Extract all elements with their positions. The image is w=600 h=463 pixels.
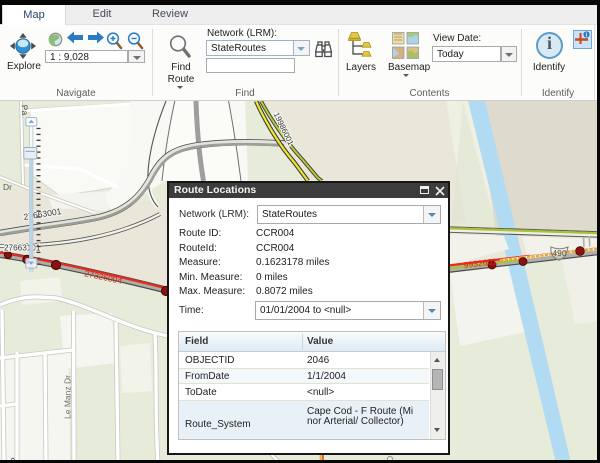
svg-text:Pa: Pa [20,104,31,115]
svg-text:490: 490 [552,248,566,258]
svg-text:Le Manz Dr: Le Manz Dr [63,375,73,419]
svg-text:27663101: 27663101 [4,244,41,253]
svg-text:Dr: Dr [3,182,12,192]
